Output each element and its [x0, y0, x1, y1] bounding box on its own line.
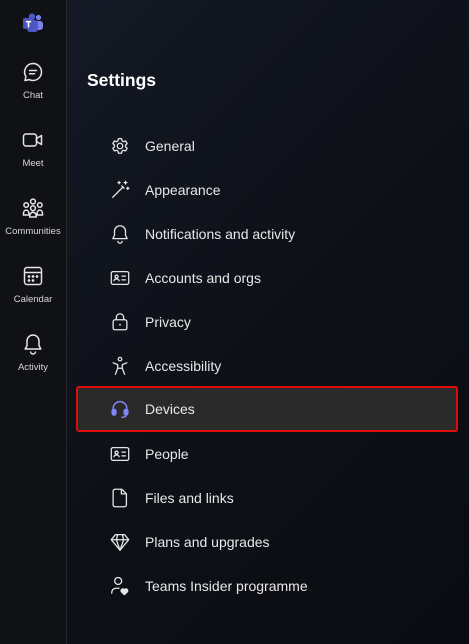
settings-item-label: Teams Insider programme [145, 578, 308, 594]
contact-card-icon [110, 446, 130, 462]
settings-item-label: General [145, 138, 195, 154]
document-icon [112, 488, 128, 508]
settings-item-notifications[interactable]: Notifications and activity [76, 212, 458, 256]
rail-item-label: Meet [22, 158, 44, 169]
calendar-icon [23, 266, 43, 286]
settings-item-label: Accessibility [145, 358, 222, 374]
communities-icon [22, 198, 44, 218]
settings-item-label: Plans and upgrades [145, 534, 270, 550]
settings-item-privacy[interactable]: Privacy [76, 300, 458, 344]
rail-item-label: Activity [17, 362, 49, 373]
headset-icon [111, 400, 129, 418]
video-camera-icon [22, 133, 43, 147]
settings-item-label: Privacy [145, 314, 191, 330]
lock-icon [112, 313, 128, 331]
settings-item-people[interactable]: People [76, 432, 458, 476]
bell-icon [112, 225, 128, 244]
settings-item-plans-and-upgrades[interactable]: Plans and upgrades [76, 520, 458, 564]
settings-panel: Settings General Appearance Notification… [67, 0, 469, 644]
page-title: Settings [87, 70, 157, 90]
settings-item-label: Notifications and activity [145, 226, 296, 242]
settings-item-teams-insider-programme[interactable]: Teams Insider programme [76, 564, 458, 608]
person-heart-icon [111, 576, 129, 596]
settings-item-label: Accounts and orgs [145, 270, 261, 286]
settings-item-accounts[interactable]: Accounts and orgs [76, 256, 458, 300]
settings-item-files-and-links[interactable]: Files and links [76, 476, 458, 520]
rail-item-label: Calendar [13, 294, 53, 305]
rail-item-calendar[interactable]: Calendar [0, 264, 66, 324]
settings-item-accessibility[interactable]: Accessibility [76, 344, 458, 388]
rail-item-meet[interactable]: Meet [0, 128, 66, 188]
rail-item-label: Chat [22, 90, 44, 101]
microsoft-teams-logo-icon[interactable] [21, 12, 45, 36]
settings-item-label: Appearance [145, 182, 221, 198]
settings-item-general[interactable]: General [76, 124, 458, 168]
contact-card-icon [110, 270, 130, 286]
app-rail: Chat Meet Communities Calendar Activity [0, 0, 67, 644]
rail-item-label: Communities [5, 226, 61, 237]
settings-item-label: People [145, 446, 189, 462]
rail-item-activity[interactable]: Activity [0, 332, 66, 392]
settings-item-label: Devices [145, 401, 195, 417]
rail-item-communities[interactable]: Communities [0, 196, 66, 256]
chat-icon [23, 62, 43, 82]
settings-item-label: Files and links [145, 490, 234, 506]
accessibility-icon [112, 356, 128, 375]
magic-wand-icon [112, 180, 130, 198]
settings-item-appearance[interactable]: Appearance [76, 168, 458, 212]
rail-item-chat[interactable]: Chat [0, 60, 66, 120]
bell-icon [24, 334, 42, 355]
gear-icon [112, 138, 128, 154]
settings-item-devices[interactable]: Devices [76, 386, 458, 432]
diamond-icon [110, 534, 130, 551]
